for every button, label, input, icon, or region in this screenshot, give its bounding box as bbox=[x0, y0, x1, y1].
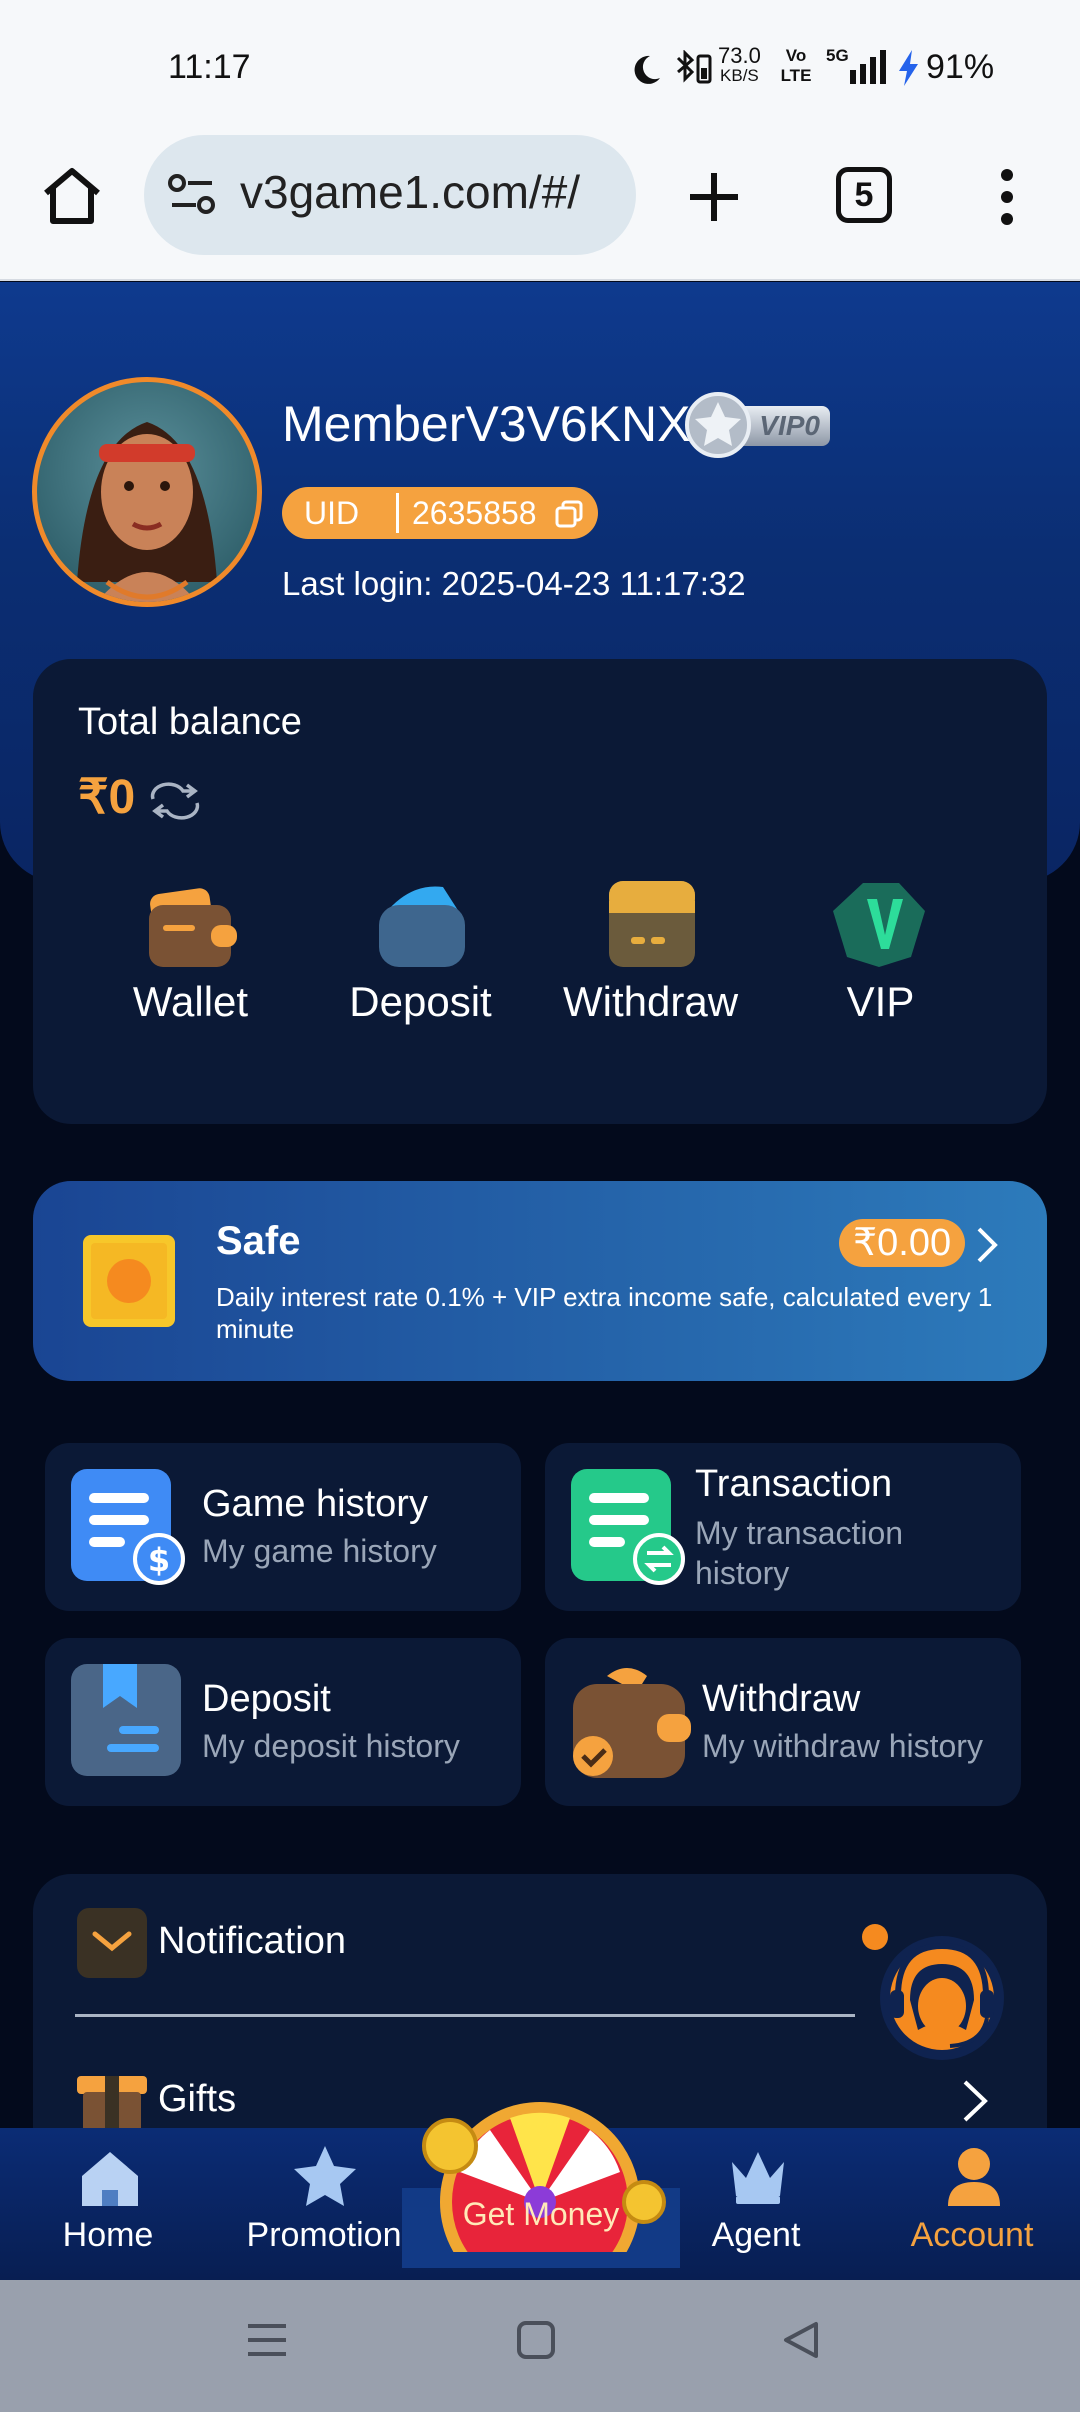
withdraw-history-subtitle: My withdraw history bbox=[702, 1728, 983, 1764]
notification-dot bbox=[862, 1924, 888, 1950]
deposit-label: Deposit bbox=[349, 978, 492, 1025]
volte-indicator: Vo LTE bbox=[780, 46, 812, 85]
menu-divider bbox=[75, 2014, 855, 2017]
notification-label: Notification bbox=[158, 1920, 346, 1962]
more-options-icon[interactable] bbox=[992, 165, 1022, 229]
deposit-icon bbox=[378, 886, 465, 967]
url-text[interactable]: v3game1.com/#/ bbox=[240, 165, 580, 219]
nav-get-money[interactable]: Get Money bbox=[400, 2102, 682, 2280]
system-navigation-bar bbox=[0, 2280, 1080, 2412]
balance-card: Total balance ₹0 Wallet Deposit Withdraw… bbox=[33, 659, 1047, 1124]
nav-agent-label: Agent bbox=[711, 2216, 801, 2254]
site-settings-icon[interactable] bbox=[168, 173, 216, 217]
envelope-icon bbox=[77, 1908, 147, 1978]
gift-box-icon bbox=[77, 2076, 147, 2128]
safe-description: Daily interest rate 0.1% + VIP extra inc… bbox=[216, 1282, 993, 1344]
page-content: MemberV3V6KNX VIP0 UID 2635858 Last logi… bbox=[0, 282, 1080, 2128]
status-time: 11:17 bbox=[168, 48, 251, 86]
wallet-label: Wallet bbox=[132, 978, 249, 1025]
network-speed: 73.0 KB/S bbox=[718, 43, 761, 86]
bluetooth-battery-icon bbox=[676, 50, 712, 84]
game-history-title: Game history bbox=[202, 1483, 428, 1525]
person-icon bbox=[948, 2148, 1000, 2206]
browser-toolbar: v3game1.com/#/ 5 bbox=[0, 115, 1080, 281]
wallet-icon bbox=[148, 888, 237, 967]
vip-badge[interactable]: VIP0 bbox=[684, 392, 834, 458]
customer-service-button[interactable] bbox=[862, 1920, 1012, 2070]
withdraw-action[interactable]: Withdraw bbox=[563, 879, 738, 1029]
battery-percentage: 91% bbox=[926, 48, 995, 86]
deposit-history-icon bbox=[71, 1664, 181, 1776]
gifts-label: Gifts bbox=[158, 2078, 237, 2120]
deposit-history-subtitle: My deposit history bbox=[202, 1728, 460, 1764]
withdraw-history-icon bbox=[573, 1668, 691, 1778]
back-triangle-icon[interactable] bbox=[780, 2320, 820, 2360]
get-money-label: Get Money bbox=[462, 2196, 620, 2232]
chevron-right-icon bbox=[977, 1227, 998, 1263]
refresh-icon[interactable] bbox=[147, 779, 203, 823]
deposit-history-title: Deposit bbox=[202, 1678, 331, 1720]
withdraw-history-title: Withdraw bbox=[702, 1678, 861, 1720]
recent-apps-menu-icon[interactable] bbox=[246, 2320, 288, 2360]
charging-bolt-icon bbox=[899, 50, 918, 86]
network-speed-value: 73.0 bbox=[718, 43, 761, 68]
chevron-right-icon bbox=[963, 2080, 988, 2122]
nav-account-label: Account bbox=[910, 2216, 1034, 2254]
copy-icon[interactable] bbox=[554, 499, 584, 529]
status-bar: 11:17 73.0 KB/S Vo LTE 5G 91% bbox=[0, 0, 1080, 115]
nav-home-label: Home bbox=[62, 2216, 154, 2254]
crown-icon bbox=[732, 2152, 784, 2204]
safe-amount: ₹0.00 bbox=[839, 1219, 966, 1267]
svg-text:$: $ bbox=[148, 1541, 170, 1579]
transaction-title: Transaction bbox=[695, 1463, 893, 1505]
do-not-disturb-moon-icon bbox=[634, 55, 660, 84]
withdraw-label: Withdraw bbox=[563, 978, 739, 1025]
vip-star-medal-icon bbox=[685, 392, 751, 458]
network-speed-unit: KB/S bbox=[720, 66, 759, 85]
home-icon[interactable] bbox=[40, 165, 104, 229]
deposit-history-tile[interactable]: Deposit My deposit history bbox=[45, 1638, 521, 1806]
transaction-history-icon bbox=[571, 1469, 685, 1585]
vip-gem-icon bbox=[832, 883, 925, 967]
vip-label: VIP bbox=[846, 978, 915, 1025]
home-icon bbox=[82, 2152, 138, 2206]
nav-account[interactable]: Account bbox=[882, 2128, 1062, 2280]
uid-pill: UID 2635858 bbox=[282, 487, 598, 539]
balance-amount: ₹0 bbox=[78, 771, 136, 824]
address-bar[interactable]: v3game1.com/#/ bbox=[144, 135, 636, 255]
new-tab-plus-icon[interactable] bbox=[684, 167, 744, 227]
star-icon bbox=[294, 2146, 356, 2206]
nav-home[interactable]: Home bbox=[18, 2128, 198, 2280]
transaction-subtitle: My transaction history bbox=[695, 1515, 904, 1591]
uid-value: 2635858 bbox=[412, 495, 537, 531]
nav-promotion-label: Promotion bbox=[246, 2216, 402, 2254]
deposit-action[interactable]: Deposit bbox=[333, 879, 508, 1029]
game-history-subtitle: My game history bbox=[202, 1533, 437, 1569]
safe-card[interactable]: Safe ₹0.00 Daily interest rate 0.1% + VI… bbox=[33, 1181, 1047, 1381]
game-history-icon: $ bbox=[71, 1469, 185, 1585]
avatar[interactable] bbox=[32, 377, 262, 607]
nav-promotion[interactable]: Promotion bbox=[234, 2128, 414, 2280]
withdraw-card-icon bbox=[608, 881, 695, 967]
safe-title: Safe bbox=[216, 1219, 301, 1263]
bottom-navigation: Home Promotion Get Money Agent Account bbox=[0, 2102, 1080, 2280]
transaction-tile[interactable]: Transaction My transaction history bbox=[545, 1443, 1021, 1611]
home-square-icon[interactable] bbox=[516, 2320, 556, 2360]
balance-label: Total balance bbox=[78, 701, 302, 743]
uid-divider bbox=[396, 493, 399, 533]
username: MemberV3V6KNX bbox=[282, 396, 691, 452]
safe-box-icon bbox=[83, 1235, 175, 1327]
uid-label: UID bbox=[304, 495, 360, 531]
tab-switcher-button[interactable]: 5 bbox=[836, 167, 892, 223]
last-login: Last login: 2025-04-23 11:17:32 bbox=[282, 565, 746, 602]
nav-agent[interactable]: Agent bbox=[666, 2128, 846, 2280]
vip-action[interactable]: VIP bbox=[793, 879, 968, 1029]
wallet-action[interactable]: Wallet bbox=[103, 879, 278, 1029]
withdraw-history-tile[interactable]: Withdraw My withdraw history bbox=[545, 1638, 1021, 1806]
signal-strength-icon bbox=[850, 50, 886, 84]
game-history-tile[interactable]: $ Game history My game history bbox=[45, 1443, 521, 1611]
avatar-portrait-icon bbox=[77, 422, 217, 602]
